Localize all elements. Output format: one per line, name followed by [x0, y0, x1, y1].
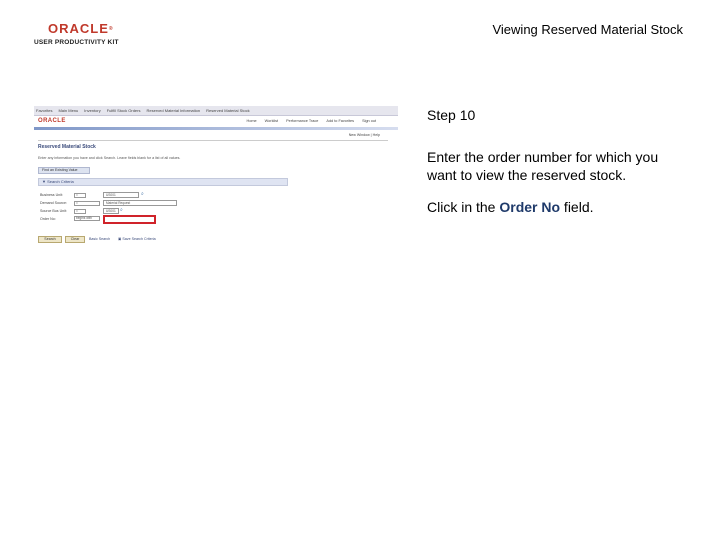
oracle-upk-logo: ORACLE® USER PRODUCTIVITY KIT [34, 22, 126, 48]
find-existing-value-tab[interactable]: Find an Existing Value [38, 167, 90, 174]
click-target: Order No [499, 199, 561, 215]
nav-item-main-menu[interactable]: Main Menu [58, 108, 78, 113]
demand-source-select[interactable]: Material Request [103, 200, 177, 206]
order-no-operator[interactable]: begins with [74, 216, 100, 221]
nav-item-inventory[interactable]: Inventory [84, 108, 100, 113]
nav-item-reserved-stock[interactable]: Reserved Material Stock [206, 108, 250, 113]
application-screenshot: Favorites Main Menu Inventory Fulfill St… [34, 106, 398, 246]
step-description: Enter the order number for which you wan… [427, 149, 659, 183]
divider [38, 140, 388, 141]
link-sign-out[interactable]: Sign out [362, 119, 376, 123]
header-gradient-bar [34, 127, 398, 130]
page-heading: Reserved Material Stock [38, 144, 96, 150]
basic-search-link[interactable]: Basic Search [89, 237, 110, 241]
save-search-criteria-link[interactable]: ▣ Save Search Criteria [118, 237, 156, 241]
link-worklist[interactable]: Worklist [265, 119, 278, 123]
source-bus-unit-input[interactable]: US001 [103, 208, 119, 214]
link-performance-trace[interactable]: Performance Trace [286, 119, 318, 123]
oracle-logo-text: ORACLE® [48, 21, 114, 36]
link-add-favorites[interactable]: Add to Favorites [326, 119, 354, 123]
document-title: Viewing Reserved Material Stock [492, 22, 683, 37]
page-links[interactable]: New Window | Help [349, 133, 380, 137]
top-navigation-bar: Favorites Main Menu Inventory Fulfill St… [34, 106, 398, 116]
click-instruction: Click in the Order No field. [427, 199, 594, 215]
order-no-label: Order No: [40, 217, 56, 221]
business-unit-input[interactable]: US001 [103, 192, 139, 198]
nav-item-fulfill-stock[interactable]: Fulfill Stock Orders [107, 108, 141, 113]
source-bus-unit-label: Source Bus Unit: [40, 209, 67, 213]
step-number: Step 10 [427, 107, 476, 123]
sub-navigation: Home Worklist Performance Trace Add to F… [34, 116, 398, 125]
business-unit-label: Business Unit: [40, 193, 63, 197]
link-home[interactable]: Home [247, 119, 257, 123]
demand-source-label: Demand Source: [40, 201, 67, 205]
lookup-icon[interactable]: ⌕ [120, 208, 125, 213]
demand-source-operator[interactable]: = [74, 201, 100, 206]
nav-item-favorites[interactable]: Favorites [36, 108, 52, 113]
search-criteria-header[interactable]: ▼ Search Criteria [38, 178, 288, 186]
business-unit-operator[interactable]: = [74, 193, 86, 198]
nav-item-reserved-info[interactable]: Reserved Material Information [147, 108, 201, 113]
search-instructions: Enter any information you have and click… [38, 156, 181, 160]
source-bus-unit-operator[interactable]: = [74, 209, 86, 214]
search-button[interactable]: Search [38, 236, 62, 243]
logo-subtitle: USER PRODUCTIVITY KIT [34, 39, 119, 46]
order-no-input-highlighted[interactable] [103, 215, 156, 224]
lookup-icon[interactable]: ⌕ [141, 192, 146, 197]
clear-button[interactable]: Clear [65, 236, 85, 243]
